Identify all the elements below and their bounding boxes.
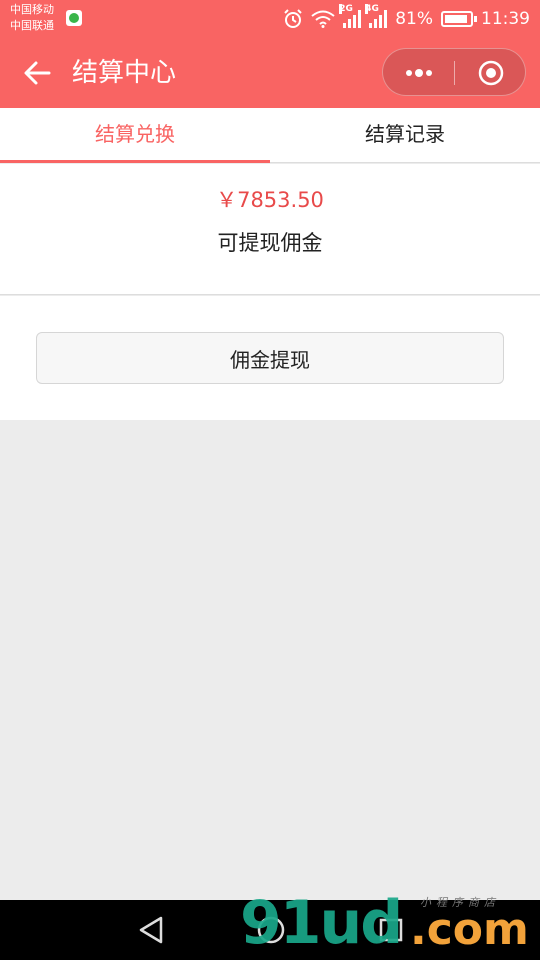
miniprogram-capsule: [382, 48, 526, 96]
close-miniprogram-icon[interactable]: [477, 59, 505, 87]
commission-summary: ￥7853.50 可提现佣金: [0, 164, 540, 295]
alarm-icon: [284, 9, 302, 28]
system-recents-icon[interactable]: [378, 917, 404, 943]
system-home-icon[interactable]: [256, 915, 286, 945]
battery-icon: [441, 11, 477, 27]
system-navigation-bar: [0, 900, 540, 960]
more-options-icon[interactable]: [401, 61, 437, 85]
carrier-2: 中国联通: [10, 19, 54, 32]
carrier-1: 中国移动: [10, 3, 54, 16]
status-indicators: 2G 4G 81% 11:39: [283, 4, 530, 32]
tab-settlement-records[interactable]: 结算记录: [270, 108, 540, 162]
action-area: 佣金提现: [0, 296, 540, 420]
network-type-2g: 2G: [339, 4, 353, 14]
signal-icon-4g: 4G: [365, 4, 388, 28]
withdraw-commission-button[interactable]: 佣金提现: [36, 332, 504, 384]
capsule-divider: [454, 61, 455, 85]
tab-bar: 结算兑换 结算记录: [0, 108, 540, 163]
commission-amount: ￥7853.50: [216, 188, 324, 212]
carrier-info: 中国移动 中国联通: [10, 2, 54, 34]
navigation-bar: 结算中心: [0, 38, 540, 108]
network-type-4g: 4G: [365, 4, 379, 14]
status-bar: 中国移动 中国联通 2G 4G 81% 11:39: [0, 0, 540, 38]
wifi-icon: [311, 10, 335, 28]
page-title: 结算中心: [72, 58, 177, 88]
clock: 11:39: [481, 9, 530, 29]
commission-amount-label: 可提现佣金: [217, 231, 323, 255]
back-arrow-icon[interactable]: [22, 58, 52, 88]
notification-app-icon: [66, 10, 82, 26]
signal-icon-2g: 2G: [339, 4, 362, 28]
tab-settlement-exchange[interactable]: 结算兑换: [0, 108, 270, 163]
system-back-icon[interactable]: [137, 915, 165, 945]
battery-percent: 81%: [395, 9, 433, 29]
